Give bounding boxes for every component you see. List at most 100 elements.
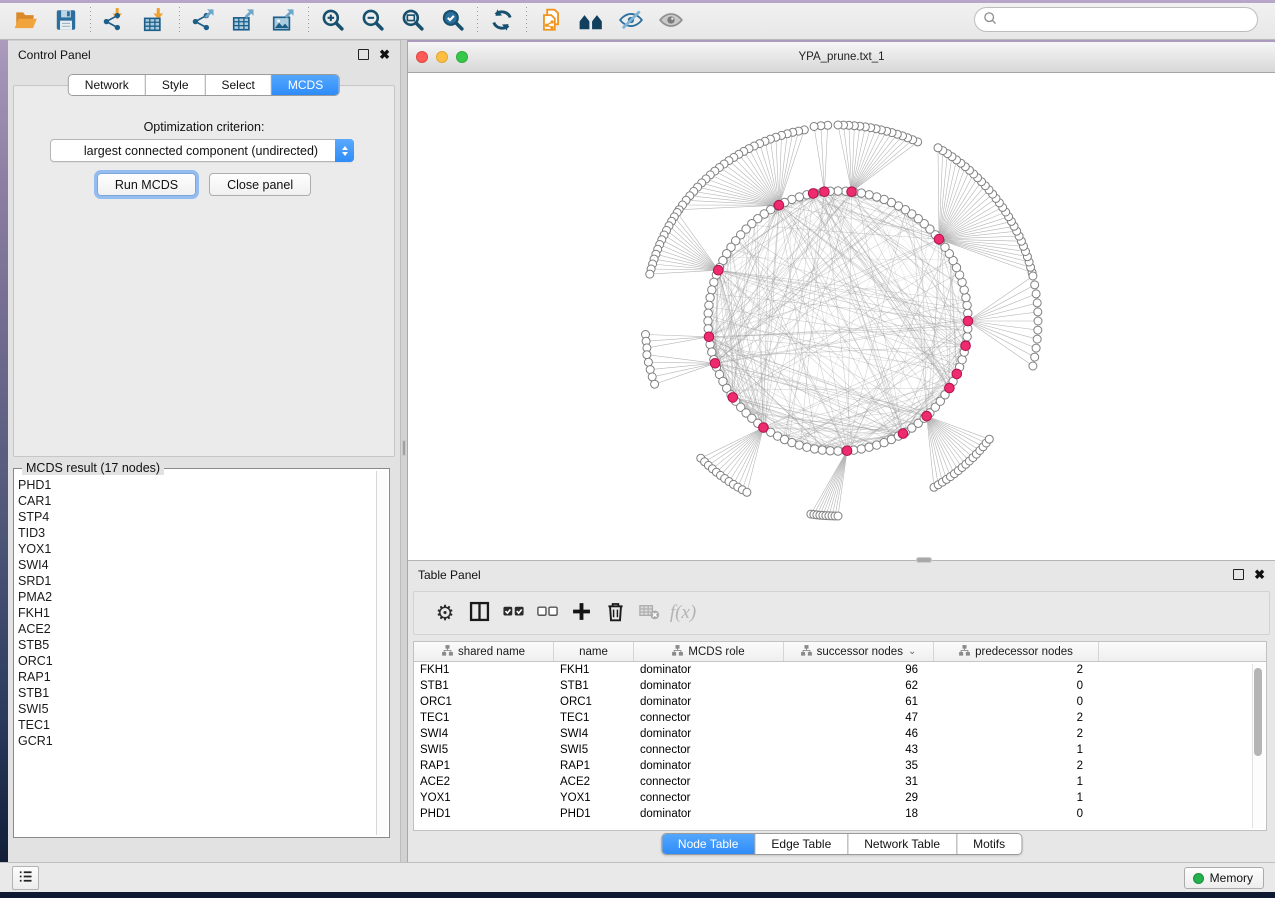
zoom-in-button[interactable] <box>313 5 353 37</box>
tab-select[interactable]: Select <box>206 75 272 95</box>
select-all-button[interactable] <box>496 595 530 631</box>
table-row[interactable]: SWI4SWI4dominator462 <box>414 726 1266 742</box>
mcds-result-item[interactable]: ACE2 <box>18 621 375 637</box>
table-row[interactable]: YOX1YOX1connector291 <box>414 790 1266 806</box>
table-panel-title: Table Panel <box>418 568 481 582</box>
mcds-result-item[interactable]: STB5 <box>18 637 375 653</box>
network-graph[interactable] <box>408 73 1275 560</box>
delete-table-button[interactable] <box>632 595 666 631</box>
close-panel-icon[interactable]: ✖ <box>379 48 390 61</box>
mcds-result-item[interactable]: TEC1 <box>18 717 375 733</box>
hide-selected-icon <box>618 7 644 36</box>
mcds-result-item[interactable]: STB1 <box>18 685 375 701</box>
toolbar-separator <box>477 7 478 35</box>
mcds-result-item[interactable]: YOX1 <box>18 541 375 557</box>
task-history-button[interactable] <box>12 866 39 890</box>
add-row-icon <box>570 600 593 626</box>
search-icon <box>983 11 998 29</box>
mcds-result-item[interactable]: SWI4 <box>18 557 375 573</box>
export-network-button[interactable] <box>184 5 224 37</box>
vertical-splitter[interactable] <box>400 40 408 862</box>
open-file-button[interactable] <box>6 5 46 37</box>
window-close-button[interactable] <box>416 51 428 63</box>
mcds-result-item[interactable]: RAP1 <box>18 669 375 685</box>
mcds-result-item[interactable]: STP4 <box>18 509 375 525</box>
tab-edge-table[interactable]: Edge Table <box>755 834 848 854</box>
cell-successor_nodes: 29 <box>784 790 934 806</box>
zoom-selected-button[interactable] <box>433 5 473 37</box>
tab-network-table[interactable]: Network Table <box>848 834 957 854</box>
toolbar-separator <box>308 7 309 35</box>
criterion-dropdown[interactable]: largest connected component (undirected) <box>50 139 354 162</box>
hide-selected-button[interactable] <box>611 5 651 37</box>
close-panel-button[interactable]: Close panel <box>209 173 311 196</box>
tab-motifs[interactable]: Motifs <box>957 834 1021 854</box>
column-header-predecessor-nodes[interactable]: predecessor nodes <box>934 642 1099 661</box>
mcds-result-item[interactable]: PHD1 <box>18 477 375 493</box>
import-table-button[interactable] <box>135 5 175 37</box>
show-all-icon <box>658 7 684 36</box>
memory-button[interactable]: Memory <box>1184 867 1264 889</box>
settings-button[interactable]: ⚙ <box>428 595 462 631</box>
run-mcds-button[interactable]: Run MCDS <box>97 173 196 196</box>
mcds-result-item[interactable]: CAR1 <box>18 493 375 509</box>
tab-network[interactable]: Network <box>69 75 146 95</box>
search-input[interactable] <box>998 10 1257 30</box>
table-row[interactable]: FKH1FKH1dominator962 <box>414 662 1266 678</box>
result-scrollbar[interactable] <box>376 471 387 835</box>
zoom-fit-icon <box>400 7 426 36</box>
column-header-successor-nodes[interactable]: successor nodes⌄ <box>784 642 934 661</box>
refresh-layout-button[interactable] <box>482 5 522 37</box>
float-table-panel-icon[interactable] <box>1233 569 1244 580</box>
save-session-button[interactable] <box>46 5 86 37</box>
table-scrollbar-thumb[interactable] <box>1254 668 1262 756</box>
mcds-result-item[interactable]: FKH1 <box>18 605 375 621</box>
network-canvas[interactable] <box>408 73 1275 560</box>
export-image-button[interactable] <box>264 5 304 37</box>
table-scrollbar[interactable] <box>1252 664 1264 828</box>
tab-node-table[interactable]: Node Table <box>662 834 756 854</box>
window-minimize-button[interactable] <box>436 51 448 63</box>
function-builder-button[interactable]: f(x) <box>666 595 700 631</box>
deselect-all-button[interactable] <box>530 595 564 631</box>
splitter-grip[interactable] <box>402 440 406 456</box>
table-panel-grip[interactable] <box>916 557 932 563</box>
tab-mcds[interactable]: MCDS <box>272 75 339 95</box>
columns-button[interactable] <box>462 595 496 631</box>
mcds-result-item[interactable]: GCR1 <box>18 733 375 749</box>
share-document-button[interactable] <box>531 5 571 37</box>
column-header-name[interactable]: name <box>554 642 634 661</box>
float-panel-icon[interactable] <box>358 49 369 60</box>
table-row[interactable]: RAP1RAP1dominator352 <box>414 758 1266 774</box>
table-row[interactable]: ORC1ORC1dominator610 <box>414 694 1266 710</box>
cell-shared_name: SWI5 <box>414 742 554 758</box>
zoom-out-icon <box>360 7 386 36</box>
table-row[interactable]: ACE2ACE2connector311 <box>414 774 1266 790</box>
cell-mcds_role: dominator <box>634 806 784 822</box>
mcds-result-item[interactable]: ORC1 <box>18 653 375 669</box>
show-all-button[interactable] <box>651 5 691 37</box>
window-zoom-button[interactable] <box>456 51 468 63</box>
delete-row-button[interactable] <box>598 595 632 631</box>
table-row[interactable]: TEC1TEC1connector472 <box>414 710 1266 726</box>
mcds-result-item[interactable]: TID3 <box>18 525 375 541</box>
column-header-shared-name[interactable]: shared name <box>414 642 554 661</box>
mcds-result-item[interactable]: PMA2 <box>18 589 375 605</box>
cell-successor_nodes: 43 <box>784 742 934 758</box>
import-network-button[interactable] <box>95 5 135 37</box>
zoom-fit-button[interactable] <box>393 5 433 37</box>
table-row[interactable]: STB1STB1dominator620 <box>414 678 1266 694</box>
add-row-button[interactable] <box>564 595 598 631</box>
column-header-MCDS-role[interactable]: MCDS role <box>634 642 784 661</box>
close-table-panel-icon[interactable]: ✖ <box>1254 568 1265 581</box>
cell-predecessor_nodes: 0 <box>934 678 1099 694</box>
mcds-result-item[interactable]: SRD1 <box>18 573 375 589</box>
table-row[interactable]: PHD1PHD1dominator180 <box>414 806 1266 822</box>
tab-style[interactable]: Style <box>146 75 206 95</box>
table-row[interactable]: SWI5SWI5connector431 <box>414 742 1266 758</box>
export-table-button[interactable] <box>224 5 264 37</box>
first-neighbors-button[interactable] <box>571 5 611 37</box>
zoom-out-button[interactable] <box>353 5 393 37</box>
cell-predecessor_nodes: 0 <box>934 806 1099 822</box>
mcds-result-item[interactable]: SWI5 <box>18 701 375 717</box>
